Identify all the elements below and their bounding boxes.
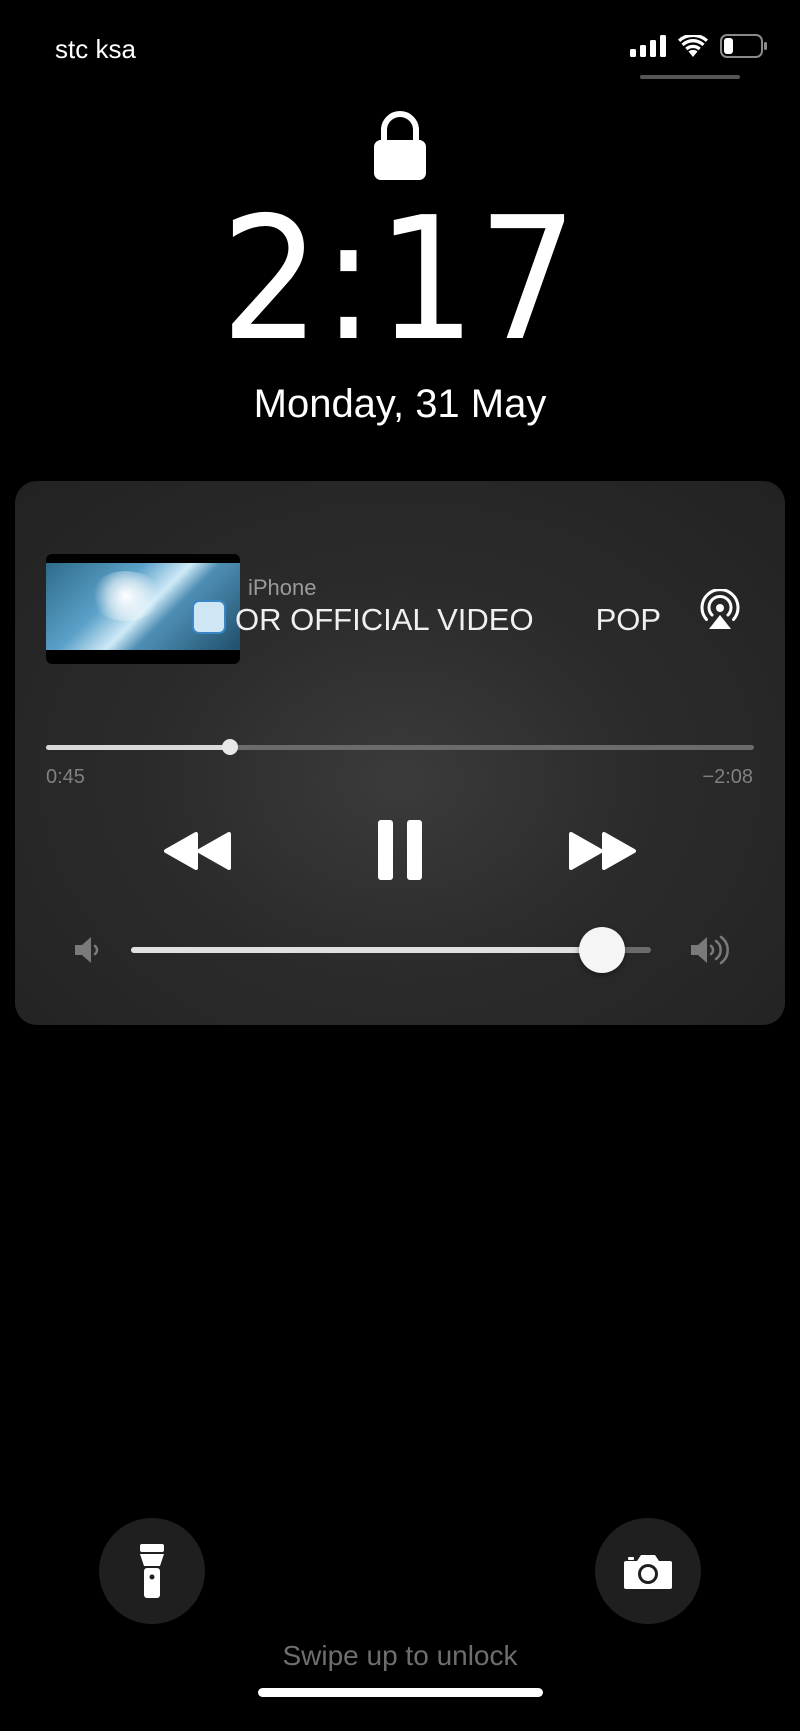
track-title-fragment-next: POP xyxy=(595,602,662,637)
camera-icon xyxy=(624,1555,672,1589)
thumbnail-light-glow xyxy=(91,571,161,621)
battery-icon xyxy=(720,34,767,58)
elapsed-time: 0:45 xyxy=(46,766,85,788)
status-icons xyxy=(630,34,768,58)
volume-fill xyxy=(131,947,602,953)
video-thumbnail xyxy=(46,563,240,650)
lock-screen-date: Monday, 31 May xyxy=(253,382,547,426)
album-artwork[interactable] xyxy=(46,554,240,664)
playback-progress-bar[interactable] xyxy=(46,739,754,755)
playback-source: iPhone xyxy=(248,575,317,600)
padlock-icon xyxy=(372,110,428,187)
flashlight-icon xyxy=(140,1544,164,1598)
home-indicator[interactable] xyxy=(258,1688,543,1697)
swipe-to-unlock-hint: Swipe up to unlock xyxy=(282,1640,518,1671)
lock-screen-time: 2:17 xyxy=(220,181,580,379)
cellular-signal-icon xyxy=(630,35,666,57)
camera-button[interactable] xyxy=(595,1518,701,1624)
app-badge-icon xyxy=(192,600,226,634)
track-title-fragment: OR OFFICIAL VIDEO xyxy=(235,602,534,637)
progress-fill xyxy=(46,745,231,750)
carrier-name: stc ksa xyxy=(55,34,136,64)
volume-thumb[interactable] xyxy=(578,927,625,973)
pause-icon[interactable] xyxy=(376,818,424,887)
airplay-audio-icon[interactable] xyxy=(698,588,742,633)
transport-controls xyxy=(0,815,800,885)
flashlight-button[interactable] xyxy=(99,1518,205,1624)
remaining-time: −2:08 xyxy=(702,766,753,788)
wifi-icon xyxy=(678,35,708,57)
progress-scrubber[interactable] xyxy=(222,739,239,755)
volume-slider[interactable] xyxy=(131,927,651,973)
volume-control xyxy=(0,925,800,975)
track-title[interactable]: OR OFFICIAL VIDEO POP xyxy=(235,602,685,638)
volume-low-icon xyxy=(73,934,105,971)
fast-forward-icon[interactable] xyxy=(567,831,637,876)
status-bar: stc ksa xyxy=(0,0,800,90)
control-center-indicator[interactable] xyxy=(640,75,740,79)
volume-high-icon xyxy=(689,934,733,971)
rewind-icon[interactable] xyxy=(163,831,233,876)
